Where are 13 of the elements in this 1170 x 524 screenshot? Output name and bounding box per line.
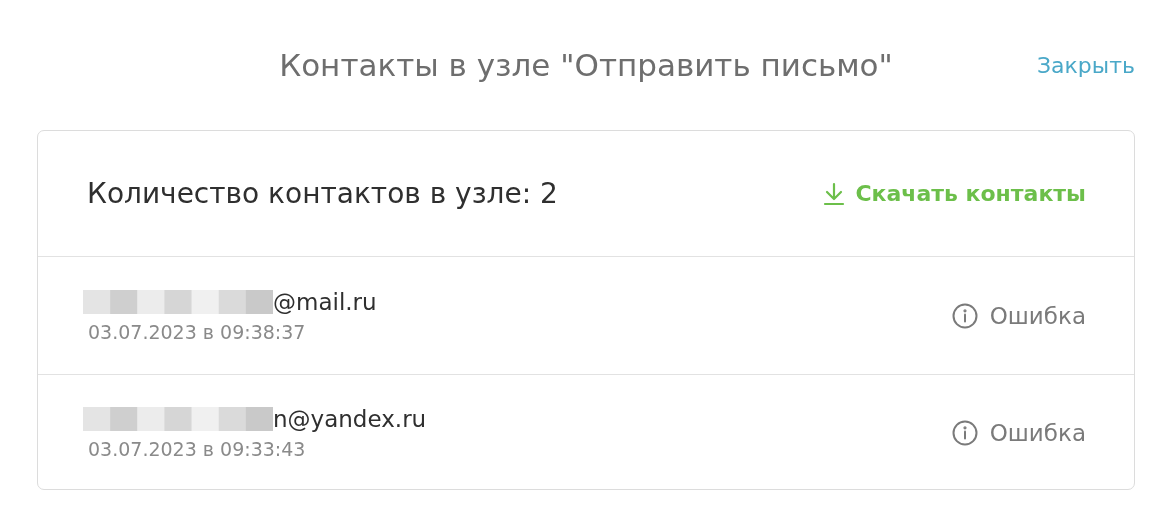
contact-status: Ошибка (951, 302, 1086, 329)
contact-count: Количество контактов в узле: 2 (87, 177, 558, 210)
info-icon (951, 420, 978, 446)
contact-email: n@yandex.ru (273, 406, 427, 432)
contact-date: 03.07.2023 в 09:33:43 (87, 438, 307, 460)
download-link[interactable]: Скачать контакты (823, 181, 1086, 206)
contact-email: @mail.ru (273, 288, 377, 315)
info-icon (951, 302, 978, 329)
close-link[interactable]: Закрыть (1037, 52, 1135, 78)
download-icon (823, 181, 846, 206)
contact-date: 03.07.2023 в 09:38:37 (87, 320, 307, 343)
contact-status: Ошибка (951, 420, 1086, 446)
dialog-title: Контакты в узле "Отправить письмо" (279, 47, 893, 83)
